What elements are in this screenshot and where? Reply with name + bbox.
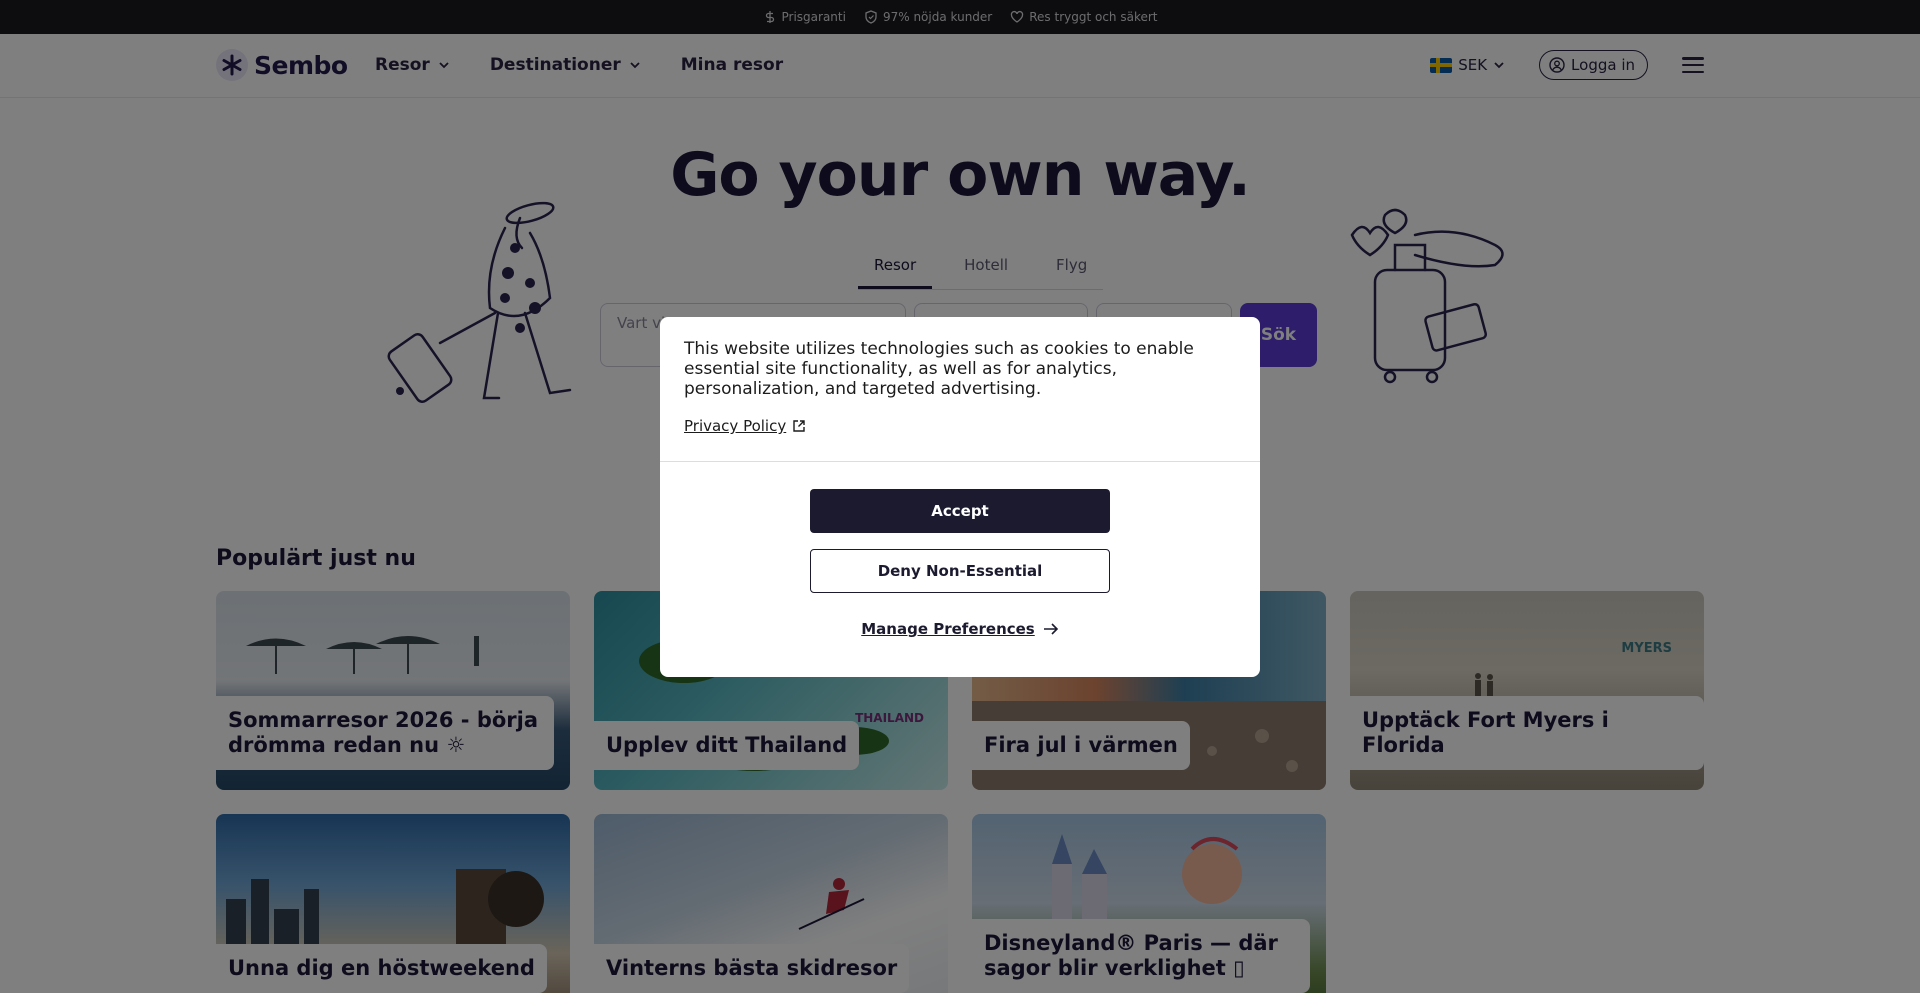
privacy-label: Privacy Policy — [684, 417, 787, 435]
manage-preferences-link[interactable]: Manage Preferences — [660, 620, 1260, 638]
arrow-right-icon — [1043, 623, 1058, 635]
divider — [660, 461, 1260, 462]
external-link-icon — [793, 420, 805, 432]
cookie-consent-dialog: This website utilizes technologies such … — [660, 317, 1260, 677]
cookie-message: This website utilizes technologies such … — [684, 339, 1194, 399]
privacy-policy-link[interactable]: Privacy Policy — [684, 417, 806, 435]
accept-button[interactable]: Accept — [810, 489, 1110, 533]
manage-label: Manage Preferences — [861, 620, 1035, 638]
deny-button[interactable]: Deny Non-Essential — [810, 549, 1110, 593]
